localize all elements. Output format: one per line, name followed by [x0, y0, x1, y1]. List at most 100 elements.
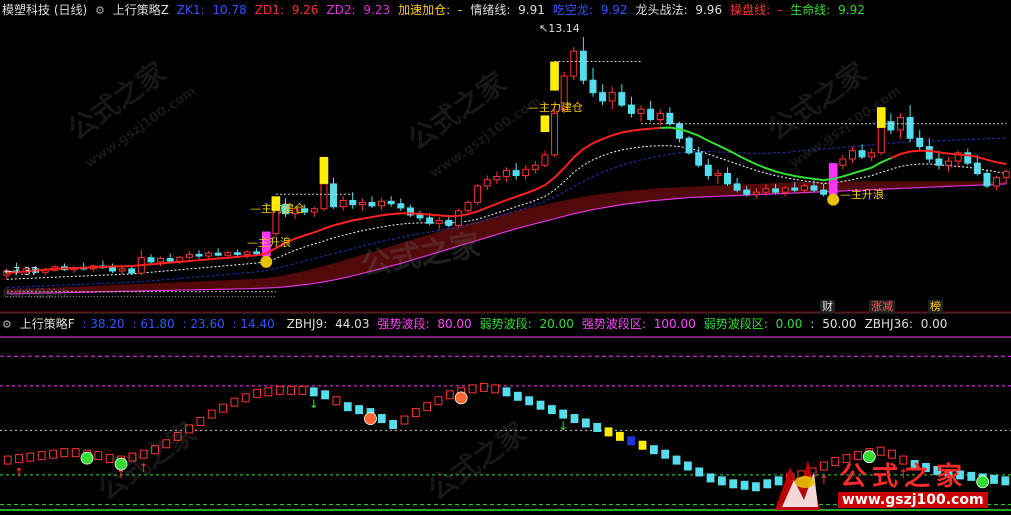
candle-body: [589, 79, 597, 94]
oscillator-point: [332, 396, 341, 406]
oscillator-point: [343, 402, 352, 412]
signal-label-text: 主升浪: [851, 188, 884, 201]
logo-url: www.gszj100.com: [838, 492, 988, 508]
oscillator-point: [162, 439, 171, 449]
money-bag-icon: [260, 255, 273, 268]
oscillator-point: [559, 409, 568, 419]
signal-label-zhusheng-1: —主升浪: [247, 236, 291, 249]
candle-body: [704, 164, 712, 177]
candle-body: [214, 252, 222, 256]
buy-arrow-icon: ↑: [139, 461, 149, 475]
oscillator-point: [3, 455, 12, 465]
oscillator-point: [355, 405, 364, 415]
high-price-label: ↖13.14: [539, 22, 580, 35]
candle-body: [925, 146, 933, 160]
candle-body: [320, 183, 328, 210]
oscillator-point: [649, 445, 658, 455]
oscillator-point: [321, 390, 330, 400]
oscillator-point: [513, 391, 522, 401]
signal-bar: [550, 61, 559, 91]
signal-bar: [876, 107, 886, 128]
oscillator-point: [105, 454, 114, 464]
white-dashed-ma-line: [6, 145, 1007, 280]
candle-body: [887, 121, 895, 131]
candle-body: [983, 173, 991, 187]
oscillator-point: [275, 385, 284, 395]
candle-body: [233, 252, 241, 255]
oscillator-point: [207, 409, 216, 419]
buy-arrow-icon: ↑: [14, 466, 24, 480]
logo-title: 公式之家: [840, 462, 969, 492]
oscillator-point: [718, 476, 726, 486]
candle-body: [675, 123, 683, 139]
candle-body: [781, 187, 789, 193]
bull-signal-icon: [80, 451, 94, 465]
oscillator-point: [94, 451, 103, 461]
signal-label-zhuli-2: —主力建仓: [528, 101, 583, 114]
faded-label: 启动牛股前收: [2, 287, 68, 300]
high-price-value: 13.14: [548, 22, 580, 35]
bear-signal-icon: [364, 412, 377, 426]
oscillator-point: [445, 390, 454, 400]
candle-body: [906, 117, 914, 139]
tab-bang[interactable]: 榜: [928, 300, 943, 313]
oscillator-point: [377, 414, 386, 424]
oscillator-point: [185, 424, 193, 434]
oscillator-point: [219, 403, 227, 413]
candle-body: [330, 183, 338, 208]
candle-body: [397, 203, 405, 209]
candle-body: [435, 219, 443, 224]
bull-signal-icon: [114, 457, 128, 471]
candle-body: [800, 185, 808, 191]
chart-canvas[interactable]: ↑ ↑ ↑↑ ↑↓↓: [0, 0, 1011, 515]
candle-body: [522, 168, 530, 177]
oscillator-point: [491, 384, 500, 394]
candle-body: [512, 170, 520, 177]
candle-body: [551, 112, 559, 156]
candle-body: [656, 112, 664, 121]
oscillator-point: [581, 418, 590, 428]
candle-body: [666, 112, 674, 125]
oscillator-point: [287, 385, 295, 395]
oscillator-point: [60, 448, 69, 458]
oscillator-point: [400, 415, 409, 425]
candle-body: [791, 187, 799, 191]
oscillator-point: [423, 402, 432, 412]
candle-body: [608, 92, 616, 102]
candle-body: [474, 185, 482, 204]
oscillator-point: [627, 436, 636, 446]
oscillator-point: [151, 445, 159, 455]
candle-body: [858, 150, 866, 158]
candle-body: [243, 251, 251, 255]
oscillator-point: [49, 449, 57, 459]
oscillator-point: [15, 454, 23, 464]
oscillator-point: [536, 400, 545, 410]
oscillator-point: [683, 461, 692, 471]
oscillator-point: [468, 384, 477, 394]
candle-body: [637, 108, 645, 114]
candle-body: [109, 267, 116, 272]
oscillator-point: [752, 482, 760, 492]
tab-cai[interactable]: 财: [820, 300, 835, 313]
oscillator-point: [547, 405, 556, 415]
candle-body: [714, 173, 722, 177]
blue-dashed-ma-line: [6, 137, 1007, 289]
candle-body: [935, 158, 943, 166]
signal-label-text: 主升浪: [258, 236, 291, 249]
candle-body: [916, 137, 924, 148]
signal-label-text: 主力建仓: [539, 101, 583, 114]
candle-body: [426, 217, 434, 224]
candle-body: [205, 252, 213, 257]
signal-label-zhuli-1: —主力建仓: [250, 202, 305, 215]
oscillator-point: [502, 387, 511, 397]
oscillator-point: [173, 431, 182, 441]
tab-zhangjian[interactable]: 涨减: [869, 300, 895, 313]
candle-body: [820, 189, 828, 195]
candle-body: [570, 50, 578, 77]
candle-body: [618, 92, 626, 106]
candle-body: [627, 104, 635, 114]
candle-body: [368, 202, 376, 207]
candle-body: [454, 210, 462, 226]
candle-body: [772, 188, 780, 193]
candle-body: [848, 150, 856, 160]
